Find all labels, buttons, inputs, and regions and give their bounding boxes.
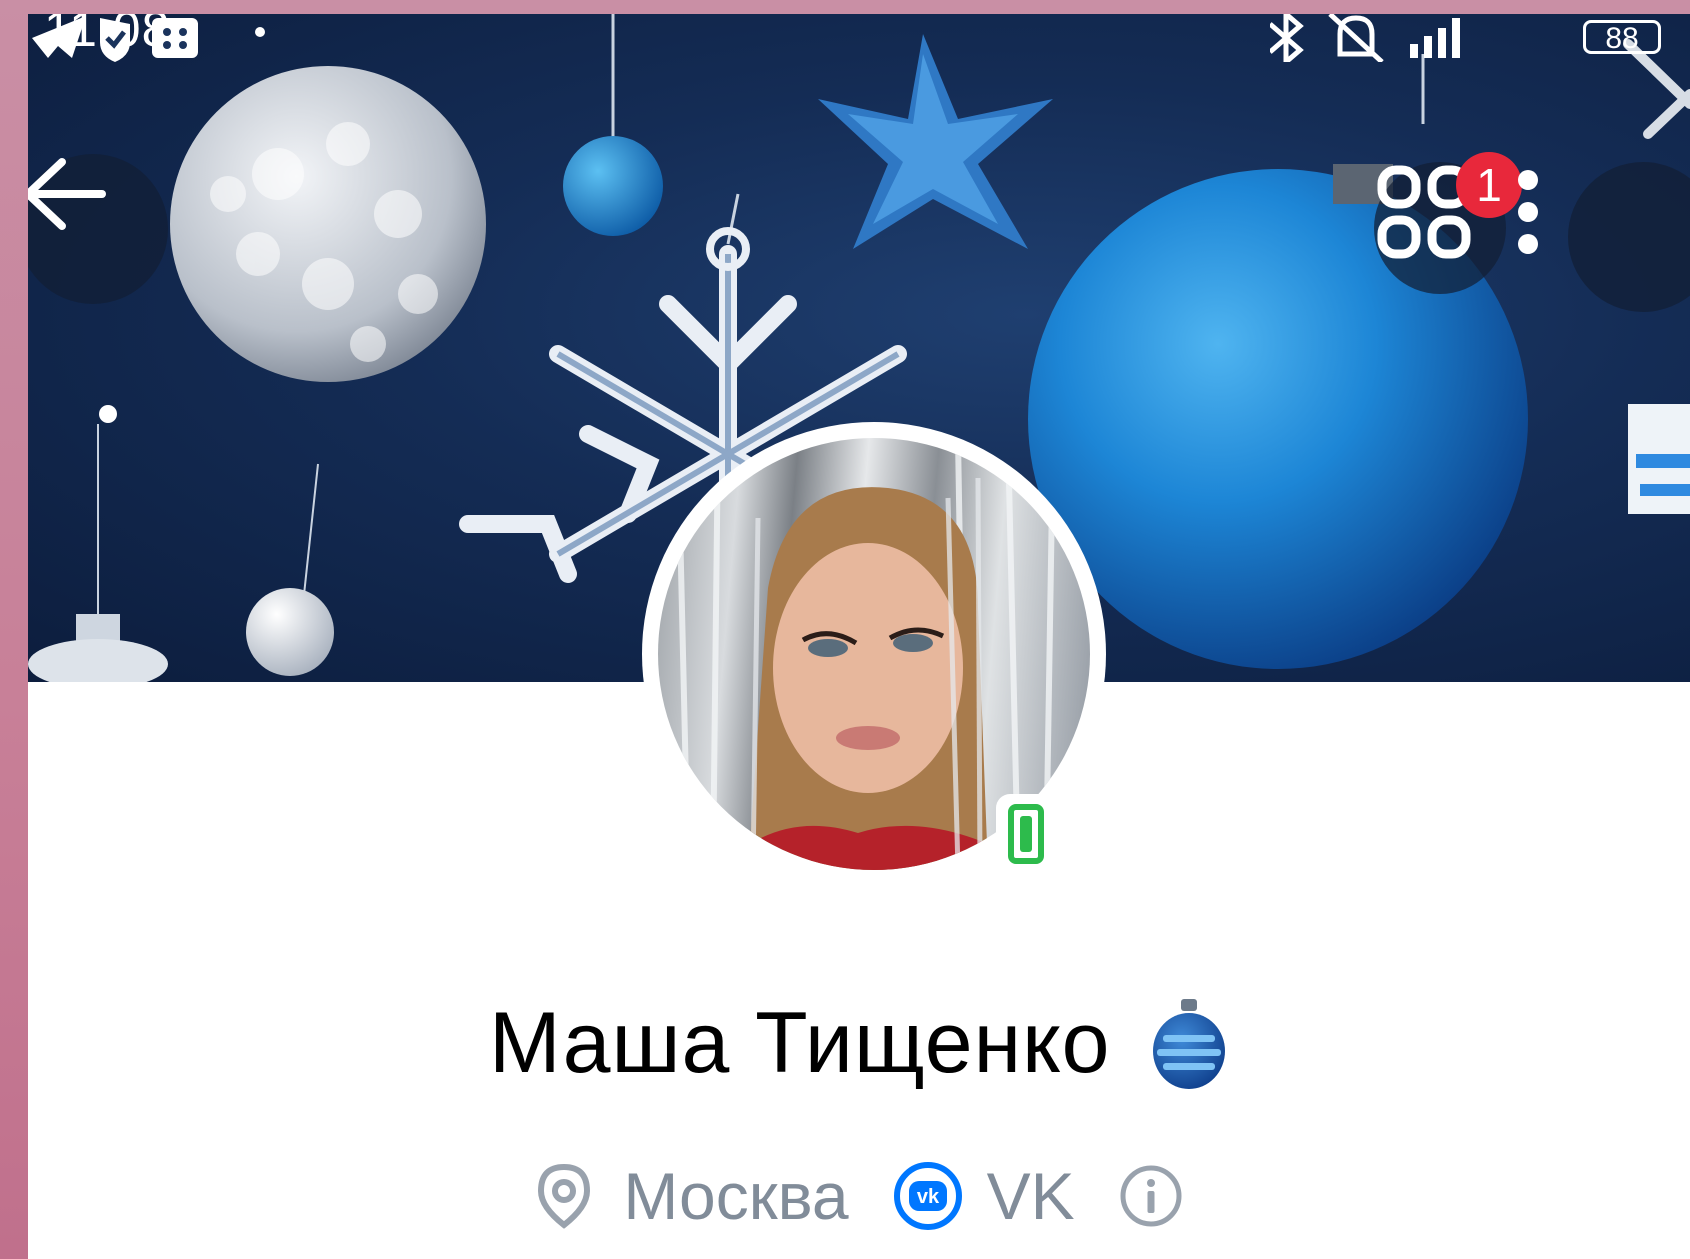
profile-screen: 11:08 88 [28, 14, 1690, 1259]
info-icon [1120, 1165, 1182, 1227]
signal-icon [1410, 18, 1460, 58]
location-text: Москва [623, 1159, 849, 1233]
shield-check-icon [100, 18, 130, 62]
grid-app-icon [152, 18, 198, 58]
profile-name-row: Маша Тищенко [28, 994, 1690, 1104]
network-item[interactable]: vk VK [893, 1158, 1075, 1234]
battery-indicator: 88 [1583, 20, 1661, 55]
map-pin-icon [538, 1163, 591, 1229]
network-text: VK [986, 1159, 1075, 1233]
more-vertical-icon [1518, 170, 1538, 254]
profile-name: Маша Тищенко [489, 995, 1111, 1091]
svg-text:vk: vk [917, 1186, 940, 1208]
bluetooth-icon [1270, 14, 1304, 62]
info-item[interactable] [1119, 1164, 1183, 1228]
status-bar: 11:08 88 [28, 14, 1690, 64]
christmas-ornament-icon[interactable] [1149, 997, 1229, 1091]
mobile-online-icon [1008, 804, 1044, 864]
online-status-badge [996, 794, 1056, 874]
vk-logo-icon: vk [893, 1162, 962, 1230]
mute-icon [1328, 14, 1384, 62]
profile-info-row: Москва vk VK [28, 1156, 1690, 1236]
dot-icon [255, 27, 265, 37]
telegram-icon [32, 16, 86, 58]
arrow-left-icon [28, 158, 106, 230]
location-item[interactable]: Москва [535, 1158, 849, 1234]
status-left-icons [32, 16, 265, 62]
